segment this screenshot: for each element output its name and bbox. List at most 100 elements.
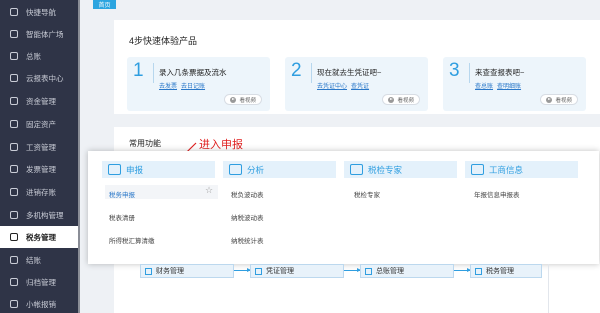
cloud-icon	[9, 29, 19, 39]
step-number: 3	[449, 60, 460, 81]
annotation-text: 进入申报	[199, 139, 243, 151]
tax-icon	[475, 267, 482, 275]
sidebar-item-close-books[interactable]: 结账	[0, 249, 80, 271]
watch-video-label: 看视频	[397, 97, 414, 104]
step-title: 录入几条票据及流水	[159, 68, 227, 77]
flow-arrow	[234, 268, 251, 272]
quick-start-title: 4步快速体验产品	[129, 36, 198, 46]
watch-video-button[interactable]: 看视频	[382, 94, 420, 105]
receipt-icon	[9, 299, 19, 309]
sidebar-item-agent-square[interactable]: 智能体广场	[0, 23, 80, 45]
play-icon	[230, 96, 237, 103]
flow-item-label: 税务管理	[486, 268, 514, 275]
step-links: 去发票 去日记账	[159, 81, 209, 90]
divider	[153, 63, 154, 83]
sidebar-item-funds[interactable]: 资金管理	[0, 90, 80, 112]
watch-video-button[interactable]: 看视频	[224, 94, 262, 105]
book-icon	[9, 51, 19, 61]
column-header-analysis: 分析	[223, 161, 336, 178]
menu-item-tax-stats[interactable]: 纳税统计表	[231, 235, 264, 245]
play-icon	[388, 96, 395, 103]
sidebar-item-multi-org[interactable]: 多机构管理	[0, 204, 80, 226]
sidebar-item-label: 小帐报销	[26, 299, 56, 309]
link-view-voucher[interactable]: 查凭证	[351, 84, 369, 90]
sidebar-item-inventory[interactable]: 进销存账	[0, 181, 80, 203]
finance-icon	[145, 267, 152, 275]
star-icon[interactable]: ☆	[205, 185, 213, 196]
link-view-detail[interactable]: 查明细账	[497, 84, 521, 90]
business-icon	[471, 164, 484, 175]
flow-item-tax[interactable]: 税务管理	[470, 264, 542, 278]
voucher-icon	[255, 267, 262, 275]
sidebar-item-label: 结账	[26, 255, 41, 265]
watch-video-label: 看视频	[555, 97, 572, 104]
flow-item-label: 财务管理	[156, 268, 184, 275]
step-links: 查总账 查明细账	[475, 81, 525, 90]
menu-item-tax-burden[interactable]: 税负波动表	[231, 189, 264, 199]
sidebar-item-label: 发票管理	[26, 164, 56, 174]
menu-item-tax-declare[interactable]: 税务申报	[109, 189, 135, 199]
step-title: 来查查报表吧~	[475, 68, 525, 77]
sidebar-item-label: 工资管理	[26, 142, 56, 152]
quick-start-card: 4步快速体验产品 1 录入几条票据及流水 去发票 去日记账 看视频 2 现在就去生…	[114, 20, 600, 114]
analysis-icon	[229, 164, 242, 175]
declare-icon	[108, 164, 121, 175]
divider	[469, 63, 470, 83]
link-voucher-center[interactable]: 去凭证中心	[317, 84, 347, 90]
sidebar-item-fixed-assets[interactable]: 固定资产	[0, 113, 80, 135]
play-icon	[546, 96, 553, 103]
close-book-icon	[9, 255, 19, 265]
menu-item-income-tax[interactable]: 所得税汇算清缴	[109, 235, 155, 245]
archive-icon	[9, 277, 19, 287]
column-header-label: 税检专家	[368, 164, 403, 175]
link-go-invoice[interactable]: 去发票	[159, 84, 177, 90]
watch-video-button[interactable]: 看视频	[540, 94, 578, 105]
step-card-1: 1 录入几条票据及流水 去发票 去日记账 看视频	[127, 57, 270, 111]
expert-icon	[350, 164, 363, 175]
home-icon	[9, 7, 19, 17]
sidebar-item-expense[interactable]: 小帐报销	[0, 293, 80, 313]
watch-video-label: 看视频	[239, 97, 256, 104]
column-header-expert: 税检专家	[344, 161, 457, 178]
sidebar-item-label: 归档管理	[26, 277, 56, 287]
sidebar-item-report-center[interactable]: 云报表中心	[0, 67, 80, 89]
tax-menu-panel: 申报 分析 税检专家 工商信息 ☆ 税务申报 税表清册 所得税汇算清缴 税负波动…	[88, 151, 599, 264]
menu-item-tax-forms[interactable]: 税表清册	[109, 212, 135, 222]
sidebar-scrollbar[interactable]	[78, 0, 80, 313]
ledger-icon	[365, 267, 372, 275]
sidebar-item-ledger[interactable]: 总账	[0, 45, 80, 67]
wallet-icon	[9, 96, 19, 106]
column-header-business: 工商信息	[465, 161, 578, 178]
sidebar-item-label: 云报表中心	[26, 73, 64, 83]
building-icon	[9, 119, 19, 129]
document-icon	[9, 142, 19, 152]
tab-home[interactable]: 首页	[93, 0, 116, 9]
menu-item-tax-fluctuation[interactable]: 纳税波动表	[231, 212, 264, 222]
sidebar-item-invoice[interactable]: 发票管理	[0, 158, 80, 180]
step-card-3: 3 来查查报表吧~ 查总账 查明细账 看视频	[443, 57, 586, 111]
flow-arrow	[344, 268, 361, 272]
flow-item-voucher[interactable]: 凭证管理	[250, 264, 344, 278]
flow-item-ledger[interactable]: 总账管理	[360, 264, 454, 278]
sidebar-item-quick-nav[interactable]: 快捷导航	[0, 1, 80, 23]
sidebar-item-label: 智能体广场	[26, 29, 64, 39]
common-functions-title: 常用功能	[129, 139, 161, 148]
step-card-2: 2 现在就去生凭证吧~ 去凭证中心 查凭证 看视频	[285, 57, 428, 111]
sidebar-item-archive[interactable]: 归档管理	[0, 271, 80, 293]
link-go-journal[interactable]: 去日记账	[181, 84, 205, 90]
flow-item-label: 凭证管理	[266, 268, 294, 275]
sidebar-item-label: 固定资产	[26, 119, 56, 129]
divider	[311, 63, 312, 83]
menu-item-tax-expert[interactable]: 税检专家	[354, 189, 380, 199]
sidebar-item-payroll[interactable]: 工资管理	[0, 136, 80, 158]
link-view-ledger[interactable]: 查总账	[475, 84, 493, 90]
flow-item-label: 总账管理	[376, 268, 404, 275]
sidebar-item-label: 总账	[26, 51, 41, 61]
sidebar-item-tax[interactable]: 税务管理	[0, 226, 80, 248]
flow-arrow	[454, 268, 471, 272]
column-header-label: 分析	[247, 164, 265, 175]
menu-item-annual-report[interactable]: 年报信息申报表	[474, 189, 520, 199]
sidebar-item-label: 税务管理	[26, 232, 56, 242]
flow-item-finance[interactable]: 财务管理	[140, 264, 234, 278]
sidebar-item-label: 进销存账	[26, 187, 56, 197]
